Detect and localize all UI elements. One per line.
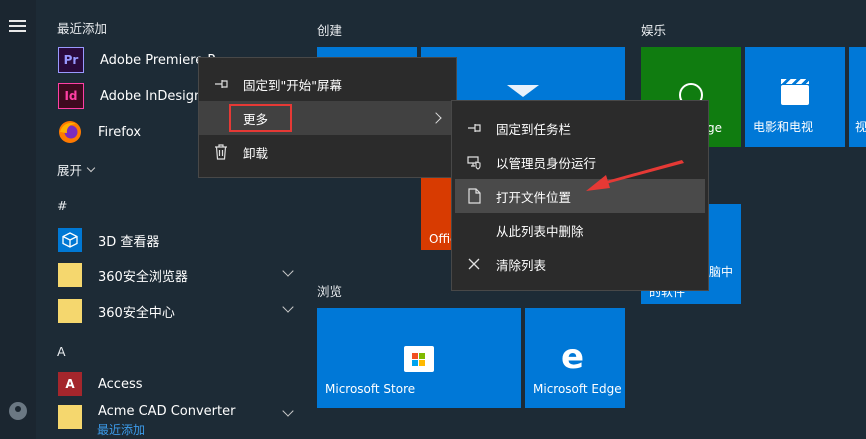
app-item-360-browser[interactable]: 360安全浏览器 [36,258,300,292]
group-label-entertainment: 娱乐 [641,23,667,38]
submenu: 固定到任务栏 以管理员身份运行 打开文件位置 从此列表中删除 清除列表 [451,100,709,291]
section-hash: # [57,198,68,213]
film-clapper-top [781,79,809,84]
chevron-down-icon[interactable] [282,265,294,277]
menu-item-pin-taskbar[interactable]: 固定到任务栏 [452,111,708,145]
pin-icon [466,120,482,136]
group-label-browse: 浏览 [317,284,343,299]
tile-microsoft-store[interactable]: Microsoft Store [317,308,521,408]
store-bag-icon [404,346,434,372]
tile-label: 电影和电视 [753,120,814,134]
file-icon [466,188,482,204]
menu-item-label: 固定到"开始"屏幕 [243,77,342,93]
shield-icon [466,154,482,170]
tile-label: Microsoft Edge [533,382,622,396]
menu-item-label: 清除列表 [496,257,547,273]
folder-icon [58,299,82,323]
folder-icon [58,263,82,287]
app-label: Firefox [98,124,142,140]
access-icon: A [58,372,82,396]
indesign-icon: Id [58,83,84,109]
app-item-access[interactable]: A Access [36,367,300,401]
app-item-360-security[interactable]: 360安全中心 [36,294,300,328]
cube-icon [58,228,82,252]
close-icon [466,256,482,272]
left-rail [0,0,36,439]
tile-microsoft-edge[interactable]: e Microsoft Edge [525,308,625,408]
firefox-icon [58,120,82,144]
annotation-arrow-icon [586,160,684,191]
tile-label-fragment: 视 [855,120,866,134]
highlight-box [229,104,292,132]
section-a: A [57,344,66,359]
menu-item-label: 打开文件位置 [496,189,572,205]
menu-item-label: 卸载 [243,145,269,161]
app-item-acme-cad[interactable]: Acme CAD Converter 最近添加 [36,400,300,439]
edge-icon: e [561,337,585,377]
trash-icon [213,144,229,160]
pin-icon [213,76,229,92]
app-item-3d-viewer[interactable]: 3D 查看器 [36,223,300,257]
expand-label: 展开 [57,163,83,178]
chevron-down-icon[interactable] [282,405,294,417]
menu-item-remove-from-list[interactable]: 从此列表中删除 [452,213,708,247]
app-label: 3D 查看器 [98,234,160,250]
tile-movies-tv[interactable]: 电影和电视 [745,47,845,147]
menu-item-clear-list[interactable]: 清除列表 [452,247,708,281]
tile-label: Microsoft Store [325,382,416,396]
recently-added-badge: 最近添加 [97,423,146,437]
tile-partial-right[interactable]: 视 [849,47,866,147]
menu-item-label: 从此列表中删除 [496,223,584,239]
app-label: 360安全浏览器 [98,269,188,285]
spacer-icon [466,222,482,238]
section-recent: 最近添加 [57,21,108,36]
tile-office[interactable]: Offic [421,178,457,250]
tile-label: 脑中 [709,265,734,279]
user-account-icon[interactable] [9,402,27,420]
folder-icon [58,405,82,429]
expand-button[interactable]: 展开 [57,160,96,179]
premiere-icon: Pr [58,47,84,73]
tile-label: ge [707,121,722,135]
group-label-create: 创建 [317,23,343,38]
chevron-right-icon [430,112,442,124]
app-label: 360安全中心 [98,305,175,321]
hamburger-menu-icon[interactable] [9,20,26,32]
app-label: Acme CAD Converter [98,404,236,419]
menu-item-label: 固定到任务栏 [496,121,572,137]
menu-item-uninstall[interactable]: 卸载 [199,135,456,169]
app-label: Access [98,376,143,392]
spacer-icon [213,110,229,126]
chevron-down-icon[interactable] [282,301,294,313]
menu-item-pin-start[interactable]: 固定到"开始"屏幕 [199,67,456,101]
film-clapper-icon [781,85,809,105]
chevron-down-icon [86,163,96,173]
